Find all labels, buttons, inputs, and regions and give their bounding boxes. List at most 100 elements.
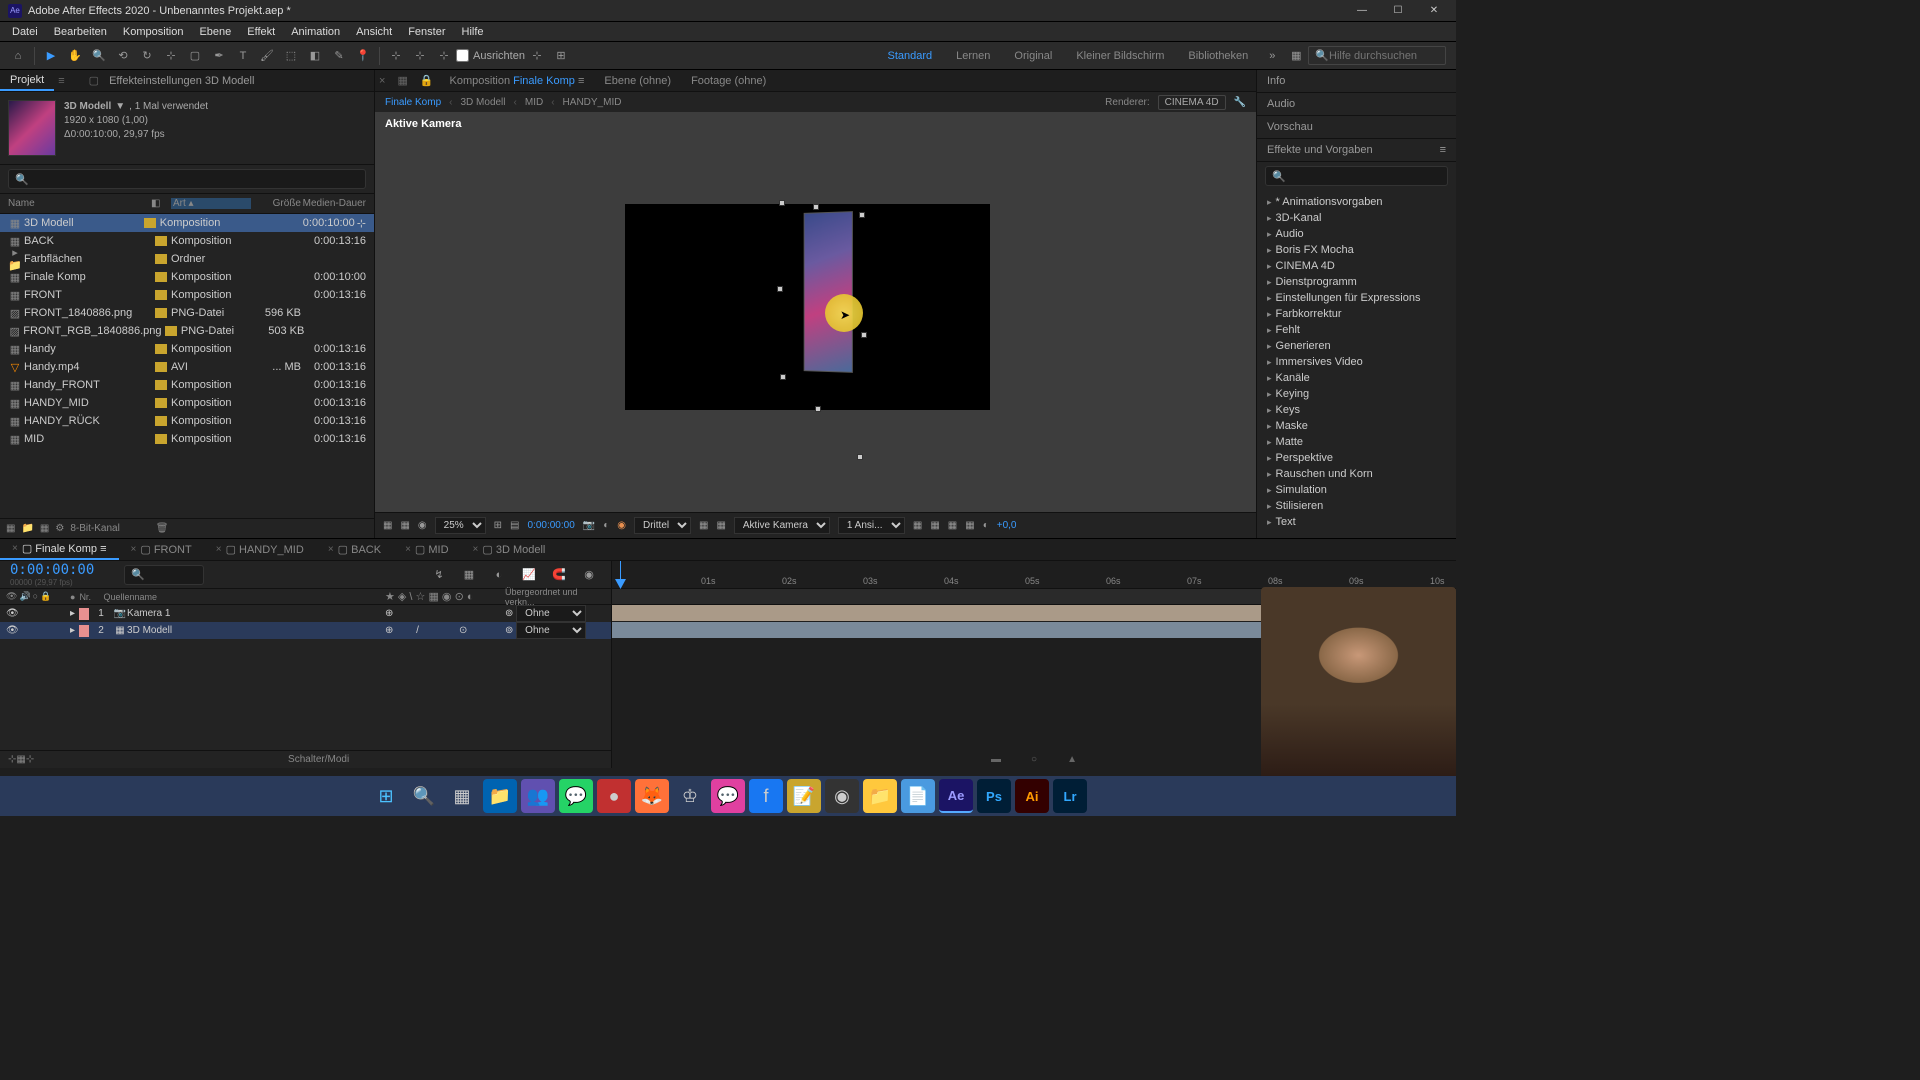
pen-tool[interactable]: ✒ [208, 45, 230, 67]
project-row[interactable]: ▦HandyKomposition0:00:13:16 [0, 340, 374, 358]
camera-select[interactable]: Aktive Kamera [734, 517, 830, 534]
rotation-tool[interactable]: ↻ [136, 45, 158, 67]
transform-handle[interactable] [779, 200, 785, 206]
minimize-button[interactable]: — [1348, 2, 1376, 20]
effect-category[interactable]: ▸Kanäle [1257, 370, 1456, 386]
audio-tab[interactable]: Audio [1257, 93, 1456, 116]
effect-category[interactable]: ▸Maske [1257, 418, 1456, 434]
project-row[interactable]: ▦HANDY_RÜCKKomposition0:00:13:16 [0, 412, 374, 430]
effects-list[interactable]: ▸* Animationsvorgaben▸3D-Kanal▸Audio▸Bor… [1257, 190, 1456, 538]
draft-icon[interactable]: ▦ [913, 520, 922, 531]
workspace-tab[interactable]: Kleiner Bildschirm [1074, 46, 1166, 66]
zoom-slider[interactable]: ○ [1031, 754, 1037, 765]
snapping-toggle[interactable]: Ausrichten [456, 49, 525, 62]
viewport[interactable]: Aktive Kamera ➤ [375, 112, 1256, 512]
timeline-layer[interactable]: 👁▸2▦3D Modell⊕ /⊙⊚ Ohne [0, 622, 611, 639]
help-search[interactable]: 🔍 [1308, 46, 1446, 65]
effect-category[interactable]: ▸Farbkorrektur [1257, 306, 1456, 322]
project-row[interactable]: ▦BACKKomposition0:00:13:16 [0, 232, 374, 250]
shy-icon[interactable]: ↯ [428, 564, 450, 586]
asset-dropdown-icon[interactable]: ▼ [115, 100, 125, 114]
menu-animation[interactable]: Animation [283, 24, 348, 40]
lock-col-icon[interactable]: 🔒 [40, 591, 51, 602]
orbit-tool[interactable]: ⟲ [112, 45, 134, 67]
time-ruler[interactable]: 01s02s03s04s05s06s07s08s09s10s [612, 561, 1456, 589]
breadcrumb-item[interactable]: HANDY_MID [563, 97, 622, 108]
new-comp-icon[interactable]: ▦ [40, 523, 49, 534]
mode-switch-icon[interactable]: ★ ◈ \ ☆ ▦ ◉ ⊙ ◐ [385, 591, 473, 603]
effect-category[interactable]: ▸Boris FX Mocha [1257, 242, 1456, 258]
project-list[interactable]: ▦3D ModellKomposition0:00:10:00⊹▦BACKKom… [0, 214, 374, 518]
whatsapp-icon[interactable]: 💬 [559, 779, 593, 813]
effects-search-input[interactable] [1265, 166, 1448, 186]
toggle-switches-icon[interactable]: ⊹ [8, 754, 16, 765]
illustrator-icon[interactable]: Ai [1015, 779, 1049, 813]
teams-icon[interactable]: 👥 [521, 779, 555, 813]
visibility-icon[interactable]: 👁 [6, 591, 17, 602]
zoom-in-icon[interactable]: ▲ [1067, 754, 1077, 765]
project-tab[interactable]: Projekt [0, 71, 54, 91]
workspace-tab[interactable]: Original [1012, 46, 1054, 66]
comp-tab[interactable]: Ebene (ohne) [600, 73, 675, 89]
world-axis-icon[interactable]: ⊹ [409, 45, 431, 67]
timeline-tab[interactable]: × ▢ FRONT [119, 540, 204, 559]
project-row[interactable]: ▨FRONT_RGB_1840886.pngPNG-Datei503 KB [0, 322, 374, 340]
timeline-tab[interactable]: × ▢ MID [393, 540, 460, 559]
lightroom-icon[interactable]: Lr [1053, 779, 1087, 813]
brush-tool[interactable]: 🖌 [256, 45, 278, 67]
effect-controls-tab[interactable]: Effekteinstellungen 3D Modell [99, 72, 264, 90]
close-tab-icon[interactable]: × [379, 75, 385, 87]
firefox-icon[interactable]: 🦊 [635, 779, 669, 813]
project-row[interactable]: ▦3D ModellKomposition0:00:10:00⊹ [0, 214, 374, 232]
timeline-icon[interactable]: ▦ [948, 520, 957, 531]
notepad-icon[interactable]: 📄 [901, 779, 935, 813]
solo-icon[interactable]: ○ [33, 591, 38, 602]
transform-handle[interactable] [815, 406, 821, 412]
settings-icon[interactable]: ⚙ [55, 523, 64, 534]
photoshop-icon[interactable]: Ps [977, 779, 1011, 813]
close-button[interactable]: ✕ [1420, 2, 1448, 20]
transform-handle[interactable] [777, 286, 783, 292]
grid-icon[interactable]: ⊞ [494, 520, 502, 531]
project-search-input[interactable] [8, 169, 366, 189]
effect-category[interactable]: ▸Immersives Video [1257, 354, 1456, 370]
effect-category[interactable]: ▸Stilisieren [1257, 498, 1456, 514]
comp-tab[interactable]: Footage (ohne) [687, 73, 770, 89]
current-timecode[interactable]: 0:00:00:00 [10, 562, 94, 578]
mask-icon[interactable]: ◉ [418, 520, 427, 531]
renderer-settings-icon[interactable]: 🔧 [1234, 97, 1246, 108]
project-row[interactable]: ▦FRONTKomposition0:00:13:16 [0, 286, 374, 304]
timeline-tab[interactable]: × ▢ BACK [316, 540, 393, 559]
view-axis-icon[interactable]: ⊹ [433, 45, 455, 67]
exposure-value[interactable]: +0,0 [997, 520, 1017, 531]
snap-edge-icon[interactable]: ⊹ [526, 45, 548, 67]
transform-handle[interactable] [861, 332, 867, 338]
fast-preview-icon[interactable]: ▦ [930, 520, 939, 531]
menu-hilfe[interactable]: Hilfe [454, 24, 492, 40]
project-row[interactable]: ▦HANDY_MIDKomposition0:00:13:16 [0, 394, 374, 412]
facebook-icon[interactable]: f [749, 779, 783, 813]
messenger-icon[interactable]: 💬 [711, 779, 745, 813]
transform-handle[interactable] [813, 204, 819, 210]
renderer-select[interactable]: CINEMA 4D [1158, 95, 1226, 110]
explorer-icon[interactable]: 📁 [483, 779, 517, 813]
new-folder-icon[interactable]: 📁 [21, 523, 33, 534]
project-row[interactable]: ▸ 📁FarbflächenOrdner [0, 250, 374, 268]
3d-layer[interactable] [804, 211, 853, 373]
guides-icon[interactable]: ▤ [510, 520, 519, 531]
menu-bearbeiten[interactable]: Bearbeiten [46, 24, 115, 40]
channel-icon[interactable]: ◐ [603, 520, 609, 531]
quality-select[interactable]: Drittel [634, 517, 691, 534]
effect-category[interactable]: ▸Simulation [1257, 482, 1456, 498]
selection-tool[interactable]: ▶ [40, 45, 62, 67]
taskbar-search-icon[interactable]: 🔍 [407, 779, 441, 813]
playhead[interactable] [620, 561, 621, 588]
effect-category[interactable]: ▸Matte [1257, 434, 1456, 450]
file-explorer-icon[interactable]: 📁 [863, 779, 897, 813]
roto-tool[interactable]: ✎ [328, 45, 350, 67]
views-select[interactable]: 1 Ansi... [838, 517, 905, 534]
frame-blend-icon[interactable]: ▦ [458, 564, 480, 586]
graph-icon[interactable]: 📈 [518, 564, 540, 586]
effect-category[interactable]: ▸Generieren [1257, 338, 1456, 354]
effect-category[interactable]: ▸* Animationsvorgaben [1257, 194, 1456, 210]
